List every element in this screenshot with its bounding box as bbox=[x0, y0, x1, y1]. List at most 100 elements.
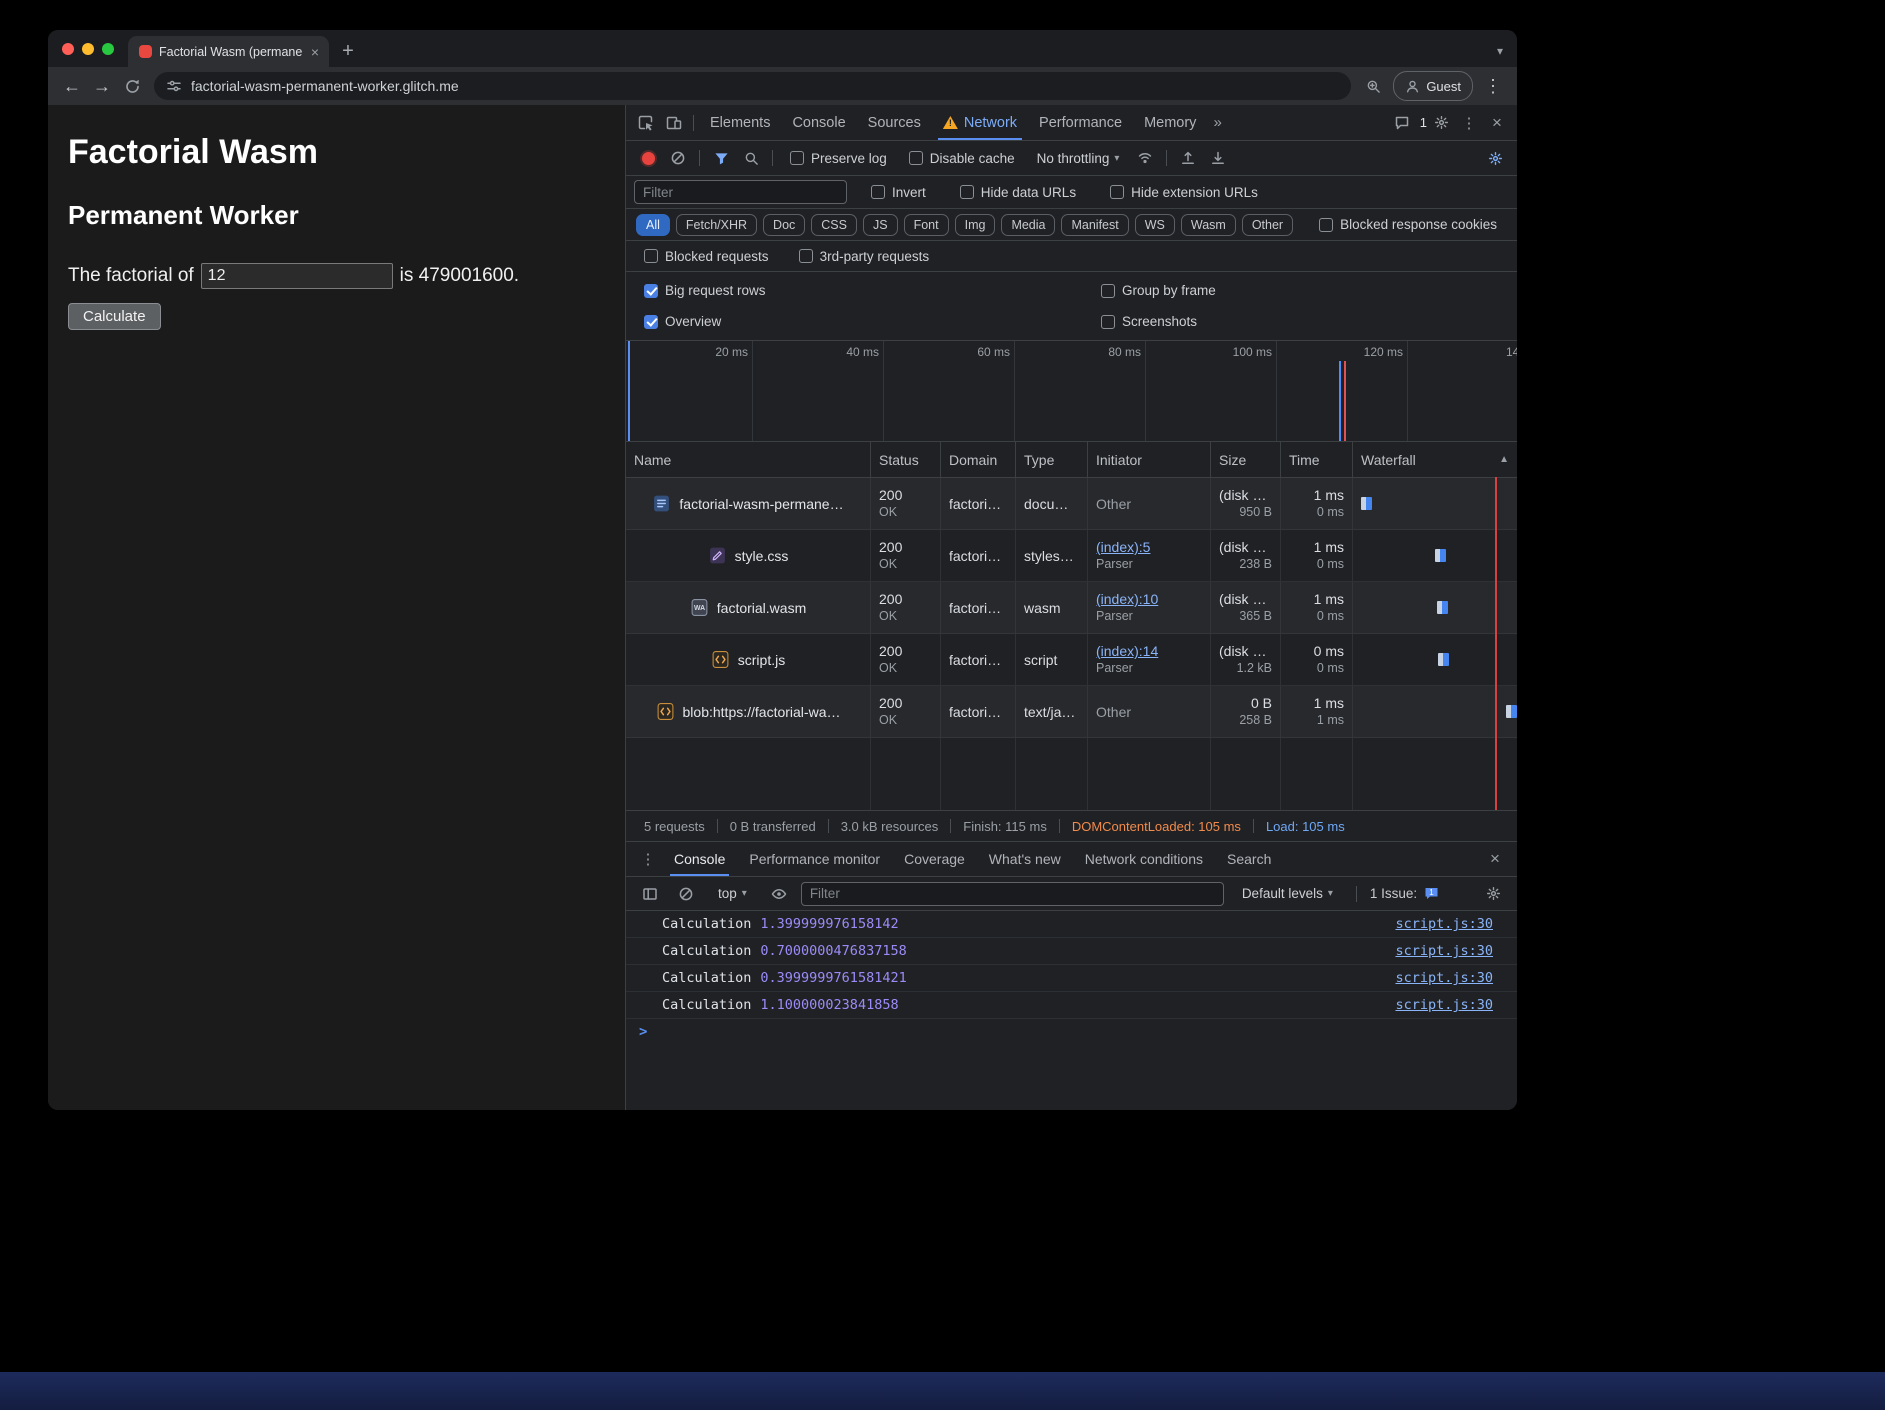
table-row[interactable]: script.js 200OK factori… script (index):… bbox=[626, 634, 1517, 686]
initiator-link[interactable]: (index):14 bbox=[1096, 642, 1202, 660]
tab-performance[interactable]: Performance bbox=[1028, 105, 1133, 140]
console-filter-input[interactable] bbox=[801, 882, 1224, 906]
chip-js[interactable]: JS bbox=[863, 214, 898, 236]
hide-data-urls-checkbox[interactable]: Hide data URLs bbox=[960, 185, 1076, 200]
tab-close-icon[interactable]: × bbox=[309, 43, 321, 61]
zoom-icon[interactable] bbox=[1359, 72, 1387, 100]
import-har-icon[interactable] bbox=[1174, 145, 1202, 171]
clear-console-button[interactable] bbox=[672, 881, 700, 907]
column-header-time[interactable]: Time bbox=[1281, 442, 1353, 477]
drawer-menu-icon[interactable]: ⋮ bbox=[634, 846, 662, 872]
table-row[interactable]: WA factorial.wasm 200OK factori… wasm (i… bbox=[626, 582, 1517, 634]
chip-doc[interactable]: Doc bbox=[763, 214, 805, 236]
disable-cache-checkbox[interactable]: Disable cache bbox=[909, 151, 1015, 166]
column-header-domain[interactable]: Domain bbox=[941, 442, 1016, 477]
window-maximize-button[interactable] bbox=[102, 43, 114, 55]
site-info-icon[interactable] bbox=[166, 78, 182, 94]
drawer-close-icon[interactable]: × bbox=[1481, 846, 1509, 872]
tab-console[interactable]: Console bbox=[781, 105, 856, 140]
screenshots-checkbox[interactable]: Screenshots bbox=[1101, 314, 1197, 329]
chip-img[interactable]: Img bbox=[955, 214, 996, 236]
third-party-requests-checkbox[interactable]: 3rd-party requests bbox=[799, 249, 930, 264]
column-header-name[interactable]: Name bbox=[626, 442, 871, 477]
chip-font[interactable]: Font bbox=[904, 214, 949, 236]
network-filter-input[interactable] bbox=[634, 180, 847, 204]
chip-wasm[interactable]: Wasm bbox=[1181, 214, 1236, 236]
hide-extension-urls-checkbox[interactable]: Hide extension URLs bbox=[1110, 185, 1258, 200]
devtools-close-icon[interactable]: × bbox=[1483, 110, 1511, 136]
calculate-button[interactable]: Calculate bbox=[68, 303, 161, 330]
initiator-link[interactable]: (index):5 bbox=[1096, 538, 1202, 556]
table-row[interactable]: blob:https://factorial-wa… 200OK factori… bbox=[626, 686, 1517, 738]
tab-search-chevron-icon[interactable]: ▾ bbox=[1497, 44, 1503, 58]
drawer-tab-console[interactable]: Console bbox=[662, 842, 737, 876]
search-button[interactable] bbox=[737, 145, 765, 171]
browser-tab[interactable]: Factorial Wasm (permanent W × bbox=[128, 36, 329, 67]
new-tab-button[interactable]: + bbox=[335, 38, 361, 64]
devtools-menu-icon[interactable]: ⋮ bbox=[1455, 110, 1483, 136]
network-conditions-icon[interactable] bbox=[1131, 145, 1159, 171]
chip-ws[interactable]: WS bbox=[1135, 214, 1175, 236]
drawer-tab-network-conditions[interactable]: Network conditions bbox=[1073, 842, 1215, 876]
table-row[interactable]: factorial-wasm-permane… 200OK factori… d… bbox=[626, 478, 1517, 530]
factorial-input[interactable] bbox=[201, 263, 393, 289]
network-settings-gear-icon[interactable] bbox=[1481, 145, 1509, 171]
inspect-element-icon[interactable] bbox=[632, 110, 660, 136]
big-request-rows-checkbox[interactable]: Big request rows bbox=[636, 283, 1081, 298]
throttling-dropdown[interactable]: No throttling ▾ bbox=[1037, 151, 1120, 166]
more-tabs-icon[interactable]: » bbox=[1207, 114, 1227, 131]
chip-media[interactable]: Media bbox=[1001, 214, 1055, 236]
drawer-tab-coverage[interactable]: Coverage bbox=[892, 842, 977, 876]
source-link[interactable]: script.js:30 bbox=[1395, 943, 1493, 959]
window-minimize-button[interactable] bbox=[82, 43, 94, 55]
export-har-icon[interactable] bbox=[1204, 145, 1232, 171]
reload-button[interactable] bbox=[118, 72, 146, 100]
console-settings-gear-icon[interactable] bbox=[1479, 881, 1507, 907]
group-by-frame-checkbox[interactable]: Group by frame bbox=[1101, 283, 1216, 298]
table-row[interactable]: style.css 200OK factori… styles… (index)… bbox=[626, 530, 1517, 582]
chip-all[interactable]: All bbox=[636, 214, 670, 236]
preserve-log-checkbox[interactable]: Preserve log bbox=[790, 151, 887, 166]
back-button[interactable]: ← bbox=[58, 72, 86, 100]
column-header-type[interactable]: Type bbox=[1016, 442, 1088, 477]
column-header-status[interactable]: Status bbox=[871, 442, 941, 477]
profile-button[interactable]: Guest bbox=[1393, 71, 1473, 101]
clear-network-log-button[interactable] bbox=[664, 145, 692, 171]
console-sidebar-toggle-icon[interactable] bbox=[636, 881, 664, 907]
network-overview-timeline[interactable]: 20 ms 40 ms 60 ms 80 ms 100 ms 120 ms 14 bbox=[626, 341, 1517, 442]
overview-selection-handle[interactable] bbox=[628, 341, 630, 441]
live-expression-eye-icon[interactable] bbox=[765, 881, 793, 907]
blocked-requests-checkbox[interactable]: Blocked requests bbox=[644, 249, 769, 264]
drawer-tab-whats-new[interactable]: What's new bbox=[977, 842, 1073, 876]
source-link[interactable]: script.js:30 bbox=[1395, 916, 1493, 932]
overview-checkbox[interactable]: Overview bbox=[636, 314, 1081, 329]
device-toolbar-icon[interactable] bbox=[660, 110, 688, 136]
tab-elements[interactable]: Elements bbox=[699, 105, 781, 140]
column-header-size[interactable]: Size bbox=[1211, 442, 1281, 477]
source-link[interactable]: script.js:30 bbox=[1395, 970, 1493, 986]
window-close-button[interactable] bbox=[62, 43, 74, 55]
source-link[interactable]: script.js:30 bbox=[1395, 997, 1493, 1013]
chip-manifest[interactable]: Manifest bbox=[1061, 214, 1128, 236]
browser-menu-button[interactable]: ⋮ bbox=[1479, 72, 1507, 100]
chip-fetch-xhr[interactable]: Fetch/XHR bbox=[676, 214, 757, 236]
tab-network[interactable]: ! Network bbox=[932, 105, 1028, 140]
filter-toggle-button[interactable] bbox=[707, 145, 735, 171]
devtools-settings-gear-icon[interactable] bbox=[1427, 110, 1455, 136]
record-network-log-button[interactable] bbox=[634, 145, 662, 171]
column-header-waterfall[interactable]: Waterfall ▲ bbox=[1353, 442, 1517, 477]
address-bar[interactable]: factorial-wasm-permanent-worker.glitch.m… bbox=[154, 72, 1351, 100]
chip-other[interactable]: Other bbox=[1242, 214, 1293, 236]
issues-button[interactable]: 1 Issue: 1 bbox=[1370, 886, 1440, 902]
drawer-tab-performance-monitor[interactable]: Performance monitor bbox=[737, 842, 892, 876]
drawer-tab-search[interactable]: Search bbox=[1215, 842, 1283, 876]
tab-sources[interactable]: Sources bbox=[857, 105, 932, 140]
log-levels-dropdown[interactable]: Default levels ▾ bbox=[1242, 886, 1333, 901]
blocked-response-cookies-checkbox[interactable]: Blocked response cookies bbox=[1319, 217, 1497, 232]
initiator-link[interactable]: (index):10 bbox=[1096, 590, 1202, 608]
tab-memory[interactable]: Memory bbox=[1133, 105, 1207, 140]
chip-css[interactable]: CSS bbox=[811, 214, 857, 236]
issues-counter-button[interactable] bbox=[1388, 110, 1416, 136]
forward-button[interactable]: → bbox=[88, 72, 116, 100]
invert-checkbox[interactable]: Invert bbox=[871, 185, 926, 200]
